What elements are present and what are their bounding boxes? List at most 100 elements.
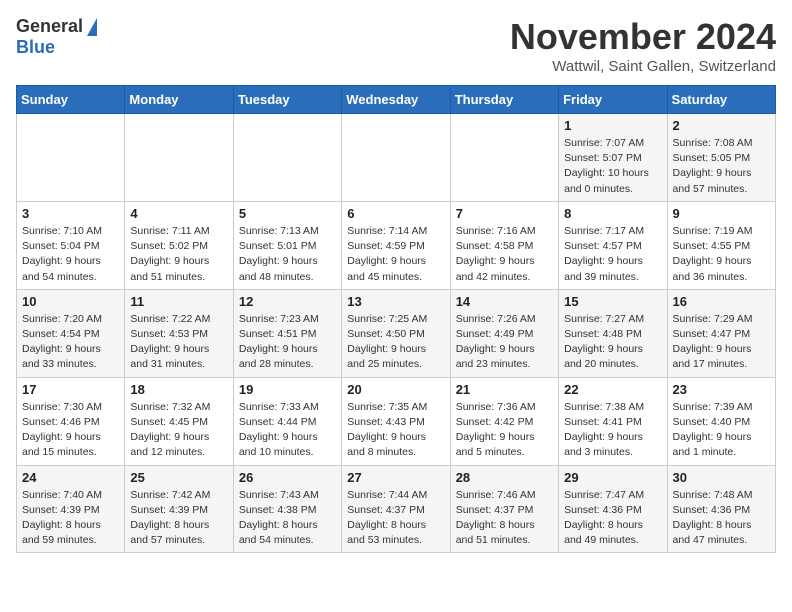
calendar-cell: 9 Sunrise: 7:19 AM Sunset: 4:55 PM Daylig… [667,201,775,289]
month-title: November 2024 [510,16,776,58]
day-number: 12 [239,294,336,309]
day-number: 18 [130,382,227,397]
calendar-cell: 15 Sunrise: 7:27 AM Sunset: 4:48 PM Dayli… [559,289,667,377]
day-number: 22 [564,382,661,397]
day-info: Sunrise: 7:14 AM Sunset: 4:59 PM Dayligh… [347,224,444,285]
day-number: 19 [239,382,336,397]
day-number: 24 [22,470,119,485]
day-info: Sunrise: 7:47 AM Sunset: 4:36 PM Dayligh… [564,488,661,549]
day-info: Sunrise: 7:23 AM Sunset: 4:51 PM Dayligh… [239,312,336,373]
day-info: Sunrise: 7:44 AM Sunset: 4:37 PM Dayligh… [347,488,444,549]
day-info: Sunrise: 7:38 AM Sunset: 4:41 PM Dayligh… [564,400,661,461]
day-number: 13 [347,294,444,309]
day-number: 7 [456,206,553,221]
calendar-cell: 16 Sunrise: 7:29 AM Sunset: 4:47 PM Dayli… [667,289,775,377]
logo-blue-text: Blue [16,37,55,58]
day-info: Sunrise: 7:39 AM Sunset: 4:40 PM Dayligh… [673,400,770,461]
day-number: 21 [456,382,553,397]
day-of-week-wednesday: Wednesday [342,86,450,114]
calendar-cell: 13 Sunrise: 7:25 AM Sunset: 4:50 PM Dayli… [342,289,450,377]
calendar-cell: 22 Sunrise: 7:38 AM Sunset: 4:41 PM Dayli… [559,377,667,465]
calendar-header: SundayMondayTuesdayWednesdayThursdayFrid… [17,86,776,114]
calendar-week-5: 24Sunrise: 7:40 AM Sunset: 4:39 PM Dayli… [17,465,776,553]
day-number: 28 [456,470,553,485]
calendar-cell: 5 Sunrise: 7:13 AM Sunset: 5:01 PM Daylig… [233,201,341,289]
day-number: 5 [239,206,336,221]
day-info: Sunrise: 7:33 AM Sunset: 4:44 PM Dayligh… [239,400,336,461]
day-info: Sunrise: 7:32 AM Sunset: 4:45 PM Dayligh… [130,400,227,461]
calendar-cell: 1 Sunrise: 7:07 AM Sunset: 5:07 PM Daylig… [559,114,667,202]
day-number: 2 [673,118,770,133]
day-number: 14 [456,294,553,309]
calendar-cell: 23 Sunrise: 7:39 AM Sunset: 4:40 PM Dayli… [667,377,775,465]
calendar-cell: 21 Sunrise: 7:36 AM Sunset: 4:42 PM Dayli… [450,377,558,465]
logo-triangle-icon [87,18,97,36]
day-number: 8 [564,206,661,221]
calendar-cell: 2Sunrise: 7:08 AM Sunset: 5:05 PM Daylig… [667,114,775,202]
calendar-cell [17,114,125,202]
logo-general-text: General [16,16,83,37]
day-info: Sunrise: 7:43 AM Sunset: 4:38 PM Dayligh… [239,488,336,549]
day-number: 3 [22,206,119,221]
day-info: Sunrise: 7:30 AM Sunset: 4:46 PM Dayligh… [22,400,119,461]
calendar-cell: 3 Sunrise: 7:10 AM Sunset: 5:04 PM Daylig… [17,201,125,289]
days-of-week-row: SundayMondayTuesdayWednesdayThursdayFrid… [17,86,776,114]
calendar-week-3: 10 Sunrise: 7:20 AM Sunset: 4:54 PM Dayli… [17,289,776,377]
calendar-cell: 25Sunrise: 7:42 AM Sunset: 4:39 PM Dayli… [125,465,233,553]
location-text: Wattwil, Saint Gallen, Switzerland [510,58,776,75]
day-info: Sunrise: 7:10 AM Sunset: 5:04 PM Dayligh… [22,224,119,285]
day-of-week-thursday: Thursday [450,86,558,114]
day-number: 30 [673,470,770,485]
day-info: Sunrise: 7:20 AM Sunset: 4:54 PM Dayligh… [22,312,119,373]
day-info: Sunrise: 7:27 AM Sunset: 4:48 PM Dayligh… [564,312,661,373]
calendar-cell: 24Sunrise: 7:40 AM Sunset: 4:39 PM Dayli… [17,465,125,553]
day-number: 27 [347,470,444,485]
calendar-cell: 20 Sunrise: 7:35 AM Sunset: 4:43 PM Dayli… [342,377,450,465]
day-info: Sunrise: 7:26 AM Sunset: 4:49 PM Dayligh… [456,312,553,373]
day-info: Sunrise: 7:35 AM Sunset: 4:43 PM Dayligh… [347,400,444,461]
calendar-cell: 26 Sunrise: 7:43 AM Sunset: 4:38 PM Dayli… [233,465,341,553]
calendar-cell: 12 Sunrise: 7:23 AM Sunset: 4:51 PM Dayli… [233,289,341,377]
calendar-cell: 19 Sunrise: 7:33 AM Sunset: 4:44 PM Dayli… [233,377,341,465]
calendar-cell [125,114,233,202]
day-number: 16 [673,294,770,309]
day-of-week-tuesday: Tuesday [233,86,341,114]
day-number: 6 [347,206,444,221]
calendar-cell: 27 Sunrise: 7:44 AM Sunset: 4:37 PM Dayli… [342,465,450,553]
day-info: Sunrise: 7:19 AM Sunset: 4:55 PM Dayligh… [673,224,770,285]
day-of-week-saturday: Saturday [667,86,775,114]
calendar-cell: 7Sunrise: 7:16 AM Sunset: 4:58 PM Daylig… [450,201,558,289]
day-of-week-monday: Monday [125,86,233,114]
logo: General Blue [16,16,97,58]
day-number: 1 [564,118,661,133]
day-number: 10 [22,294,119,309]
day-info: Sunrise: 7:42 AM Sunset: 4:39 PM Dayligh… [130,488,227,549]
calendar-table: SundayMondayTuesdayWednesdayThursdayFrid… [16,85,776,553]
day-info: Sunrise: 7:29 AM Sunset: 4:47 PM Dayligh… [673,312,770,373]
calendar-week-2: 3 Sunrise: 7:10 AM Sunset: 5:04 PM Daylig… [17,201,776,289]
calendar-cell: 6 Sunrise: 7:14 AM Sunset: 4:59 PM Daylig… [342,201,450,289]
calendar-cell: 11Sunrise: 7:22 AM Sunset: 4:53 PM Dayli… [125,289,233,377]
day-info: Sunrise: 7:48 AM Sunset: 4:36 PM Dayligh… [673,488,770,549]
calendar-cell [342,114,450,202]
day-number: 20 [347,382,444,397]
day-number: 26 [239,470,336,485]
title-area: November 2024 Wattwil, Saint Gallen, Swi… [510,16,776,75]
day-info: Sunrise: 7:46 AM Sunset: 4:37 PM Dayligh… [456,488,553,549]
day-number: 9 [673,206,770,221]
calendar-cell: 8Sunrise: 7:17 AM Sunset: 4:57 PM Daylig… [559,201,667,289]
day-number: 17 [22,382,119,397]
day-number: 23 [673,382,770,397]
day-info: Sunrise: 7:36 AM Sunset: 4:42 PM Dayligh… [456,400,553,461]
day-number: 11 [130,294,227,309]
calendar-body: 1 Sunrise: 7:07 AM Sunset: 5:07 PM Daylig… [17,114,776,553]
day-number: 4 [130,206,227,221]
day-info: Sunrise: 7:25 AM Sunset: 4:50 PM Dayligh… [347,312,444,373]
day-info: Sunrise: 7:07 AM Sunset: 5:07 PM Dayligh… [564,136,661,197]
calendar-week-4: 17 Sunrise: 7:30 AM Sunset: 4:46 PM Dayli… [17,377,776,465]
calendar-week-1: 1 Sunrise: 7:07 AM Sunset: 5:07 PM Daylig… [17,114,776,202]
day-number: 15 [564,294,661,309]
day-info: Sunrise: 7:13 AM Sunset: 5:01 PM Dayligh… [239,224,336,285]
calendar-cell [233,114,341,202]
day-of-week-friday: Friday [559,86,667,114]
